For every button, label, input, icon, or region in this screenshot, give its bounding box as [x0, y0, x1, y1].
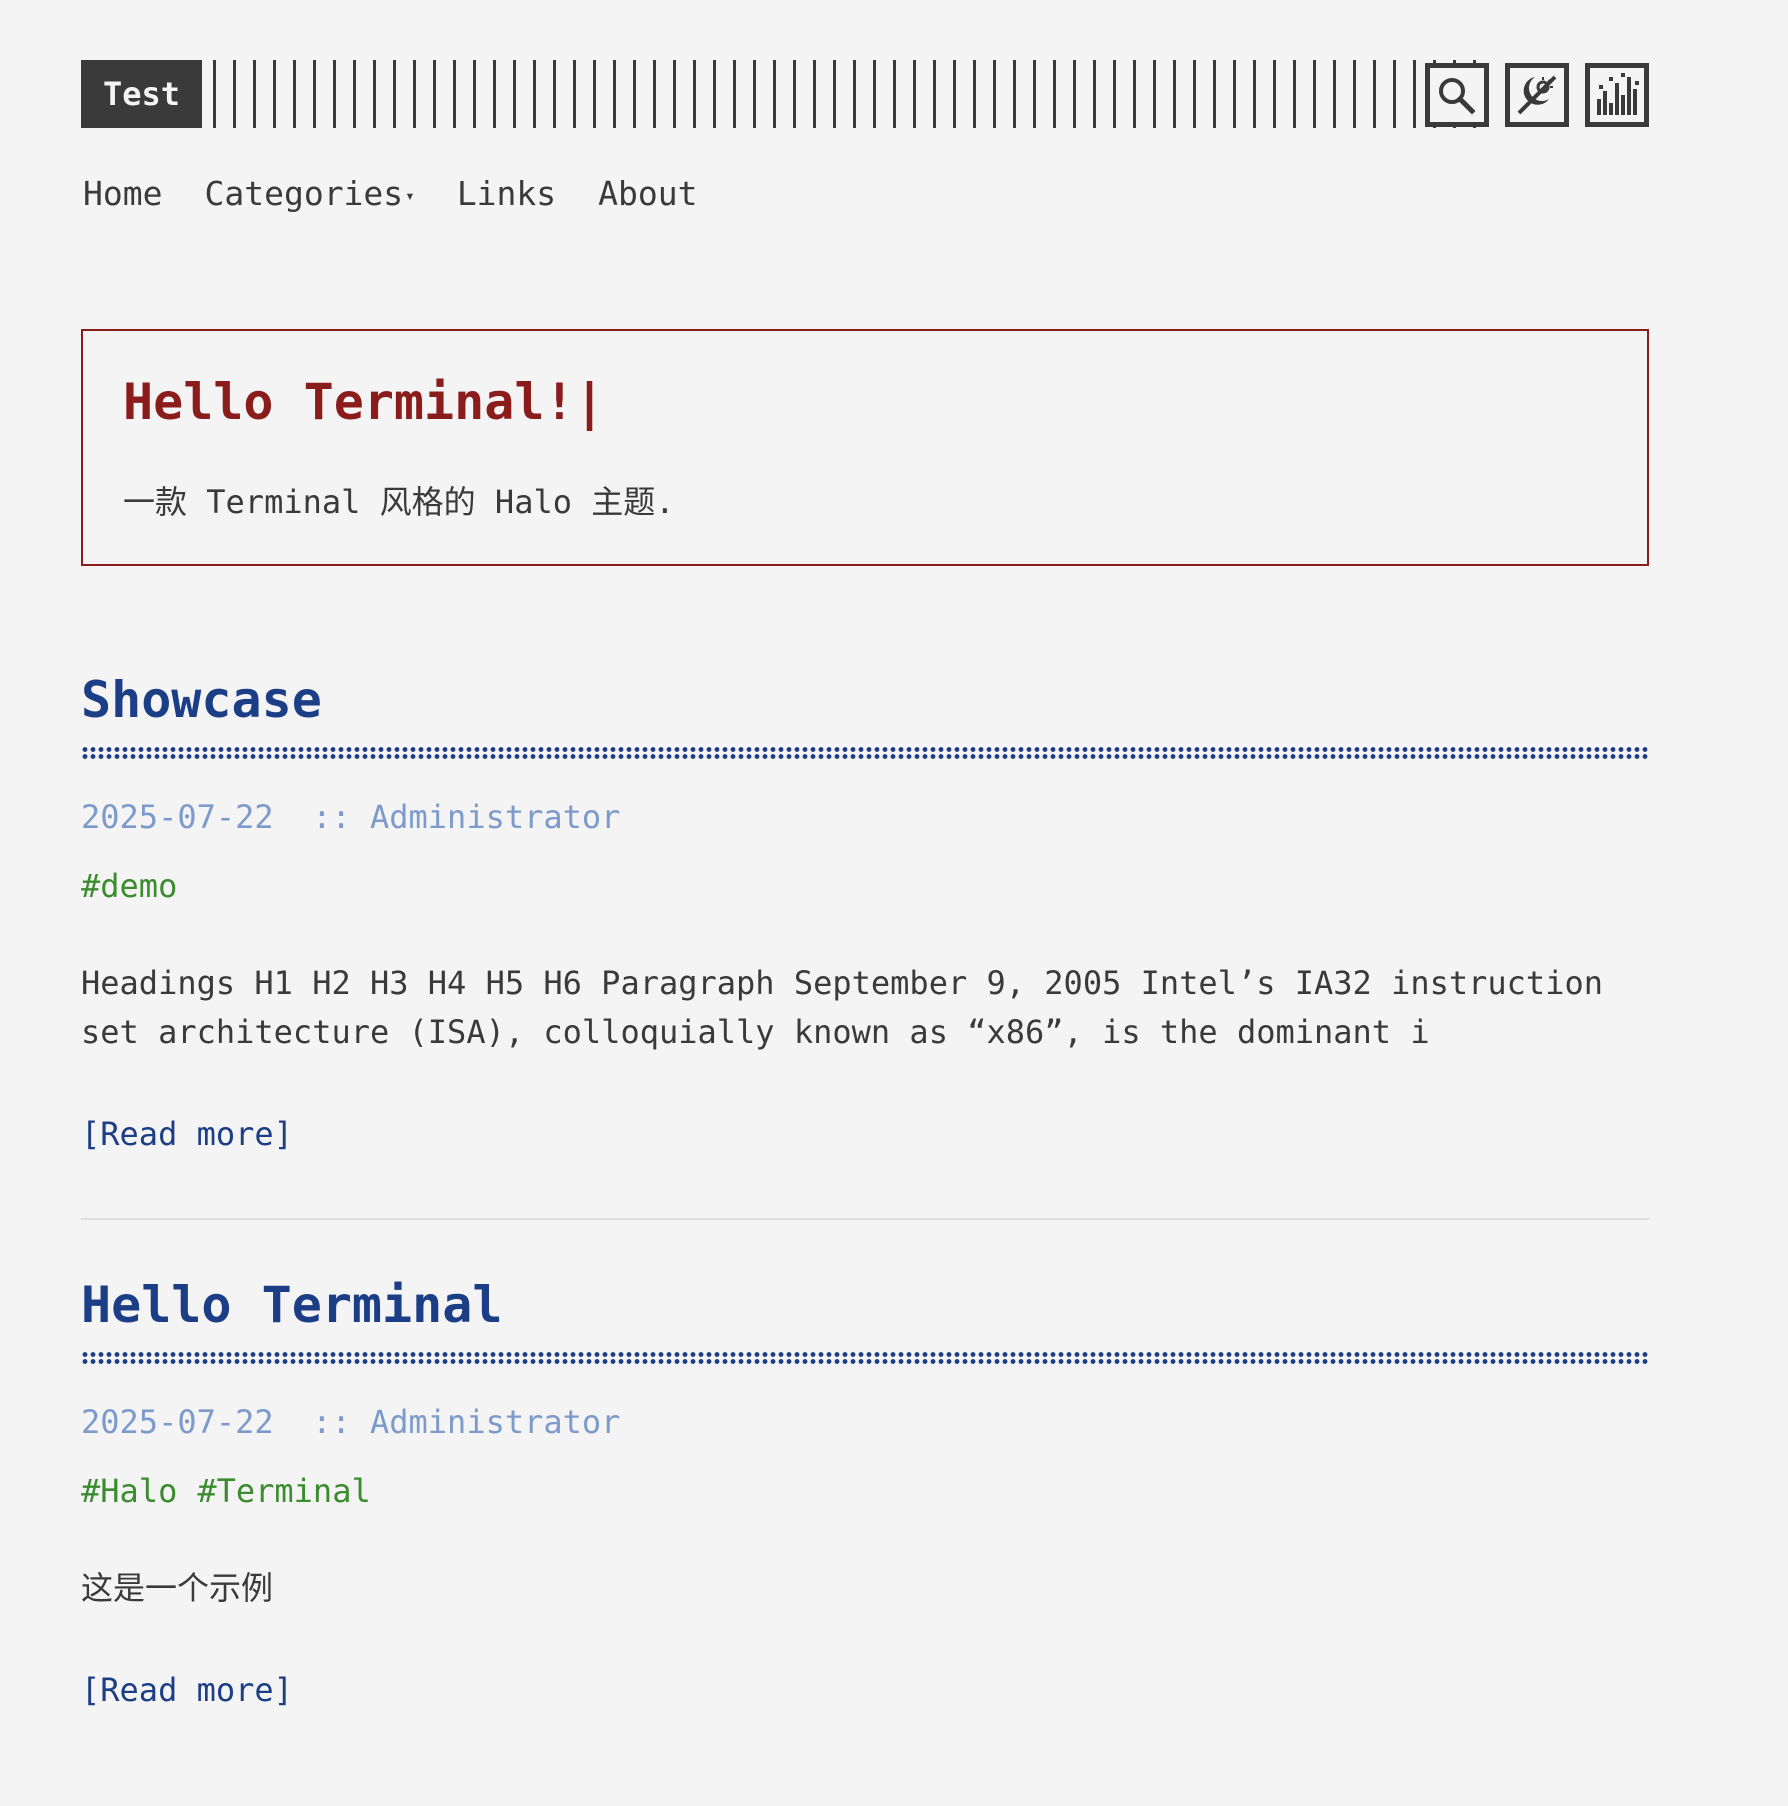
theme-toggle-icon	[1510, 68, 1564, 122]
site-header: Test	[81, 60, 1649, 128]
typing-cursor: |	[574, 373, 605, 431]
tag-link[interactable]: #Halo	[81, 1472, 177, 1510]
post-excerpt: Headings H1 H2 H3 H4 H5 H6 Paragraph Sep…	[81, 964, 1603, 1051]
chevron-down-icon: ▾	[405, 185, 415, 205]
post-author: Administrator	[369, 798, 621, 836]
theme-toggle-button[interactable]	[1505, 63, 1569, 127]
post-divider	[81, 1218, 1649, 1220]
post-title[interactable]: Hello Terminal	[81, 1272, 502, 1338]
read-more-link[interactable]: [Read more]	[81, 1113, 293, 1155]
main-nav: Home Categories ▾ Links About	[83, 172, 698, 216]
nav-item-home[interactable]: Home	[83, 172, 162, 216]
tag-link[interactable]: #Terminal	[197, 1472, 370, 1510]
post-meta: 2025-07-22 :: Administrator	[81, 796, 620, 838]
hero-title: Hello Terminal!|	[123, 369, 605, 435]
site-logo[interactable]: Test	[81, 60, 202, 128]
post-meta: 2025-07-22 :: Administrator	[81, 1401, 620, 1443]
post-date: 2025-07-22	[81, 798, 274, 836]
post-tags: #demo	[81, 865, 197, 907]
tag-link[interactable]: #demo	[81, 867, 177, 905]
author-separator: ::	[312, 1403, 351, 1441]
post-tags: #Halo #Terminal	[81, 1470, 391, 1512]
nav-item-links[interactable]: Links	[457, 172, 556, 216]
hero-banner: Hello Terminal!| 一款 Terminal 风格的 Halo 主题…	[81, 329, 1649, 566]
author-separator: ::	[312, 798, 351, 836]
hero-title-text: Hello Terminal!	[123, 373, 575, 431]
post-title[interactable]: Showcase	[81, 667, 322, 733]
read-more-link[interactable]: [Read more]	[81, 1669, 293, 1711]
search-button[interactable]	[1425, 63, 1489, 127]
header-decoration-bars	[213, 60, 1487, 128]
post-author: Administrator	[369, 1403, 621, 1441]
nav-item-categories-label: Categories	[204, 174, 404, 213]
nav-item-categories[interactable]: Categories ▾	[204, 172, 414, 216]
title-underline	[81, 746, 1649, 760]
post-excerpt: 这是一个示例	[81, 1569, 274, 1607]
nav-item-about[interactable]: About	[598, 172, 697, 216]
search-icon	[1430, 68, 1484, 122]
post-date: 2025-07-22	[81, 1403, 274, 1441]
hero-subtitle: 一款 Terminal 风格的 Halo 主题.	[123, 483, 675, 521]
style-switch-button[interactable]	[1585, 63, 1649, 127]
title-underline	[81, 1351, 1649, 1365]
style-switch-icon	[1590, 68, 1644, 122]
